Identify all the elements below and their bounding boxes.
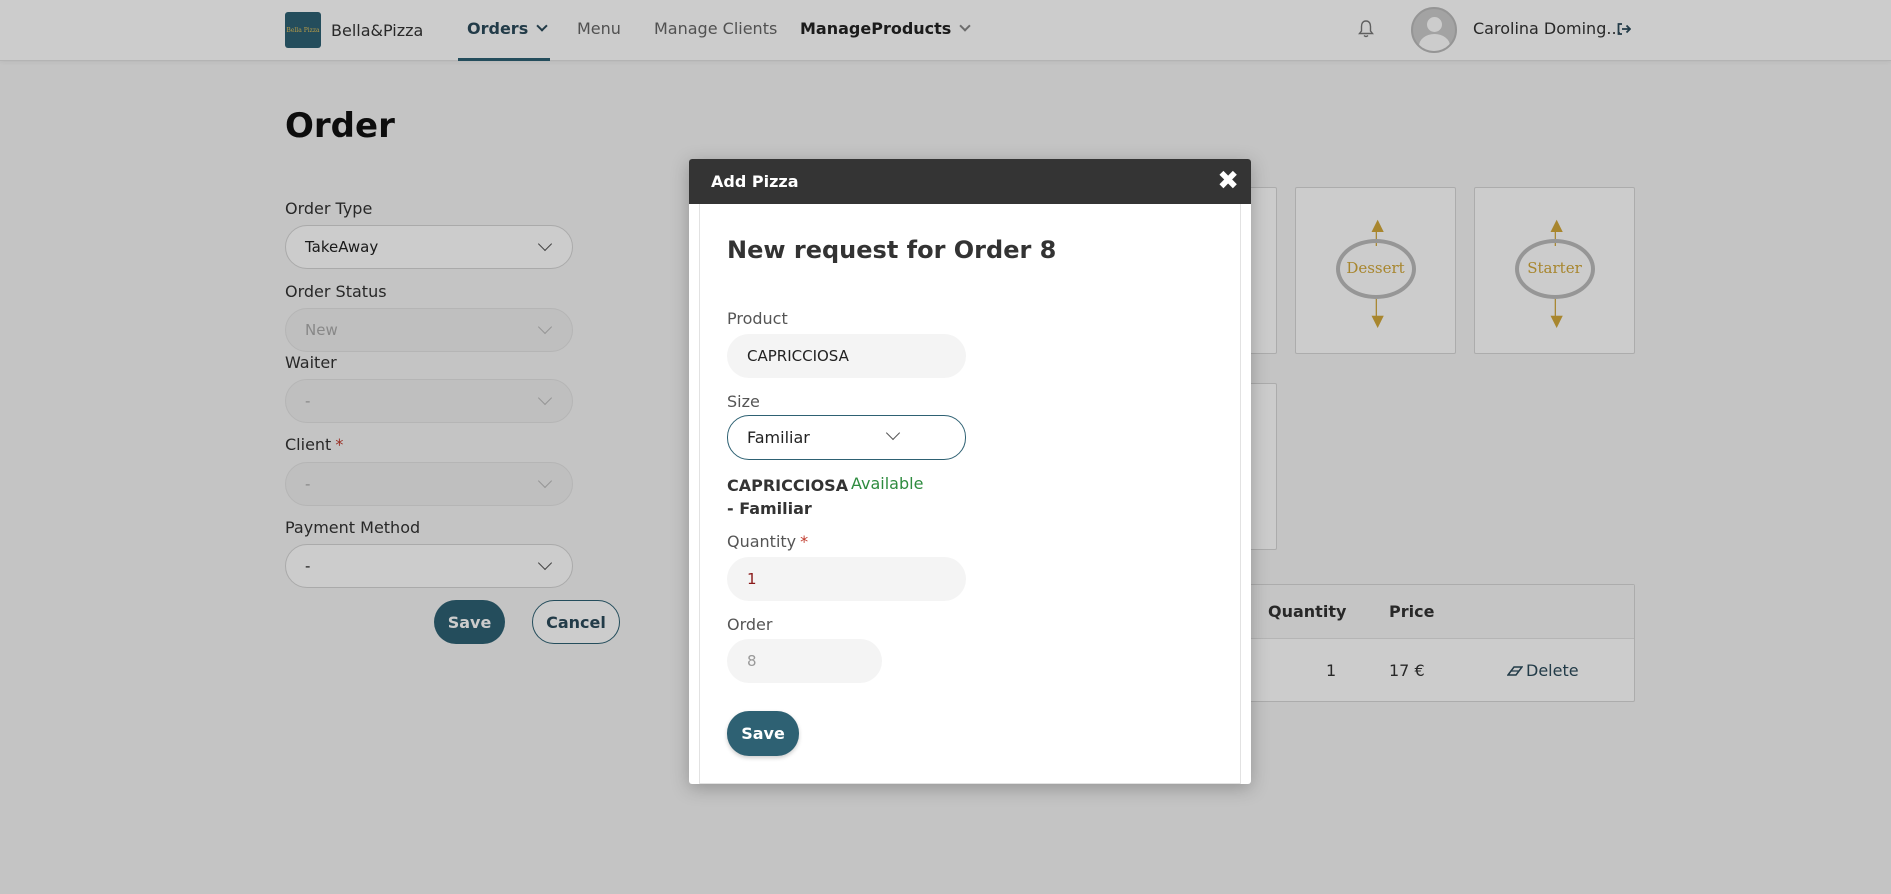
modal-title: Add Pizza [711,172,799,191]
modal-header: Add Pizza ✖ [689,159,1251,204]
add-pizza-modal: Add Pizza ✖ [689,159,1251,784]
close-icon[interactable]: ✖ [1217,166,1239,196]
modal-body [699,204,1241,784]
